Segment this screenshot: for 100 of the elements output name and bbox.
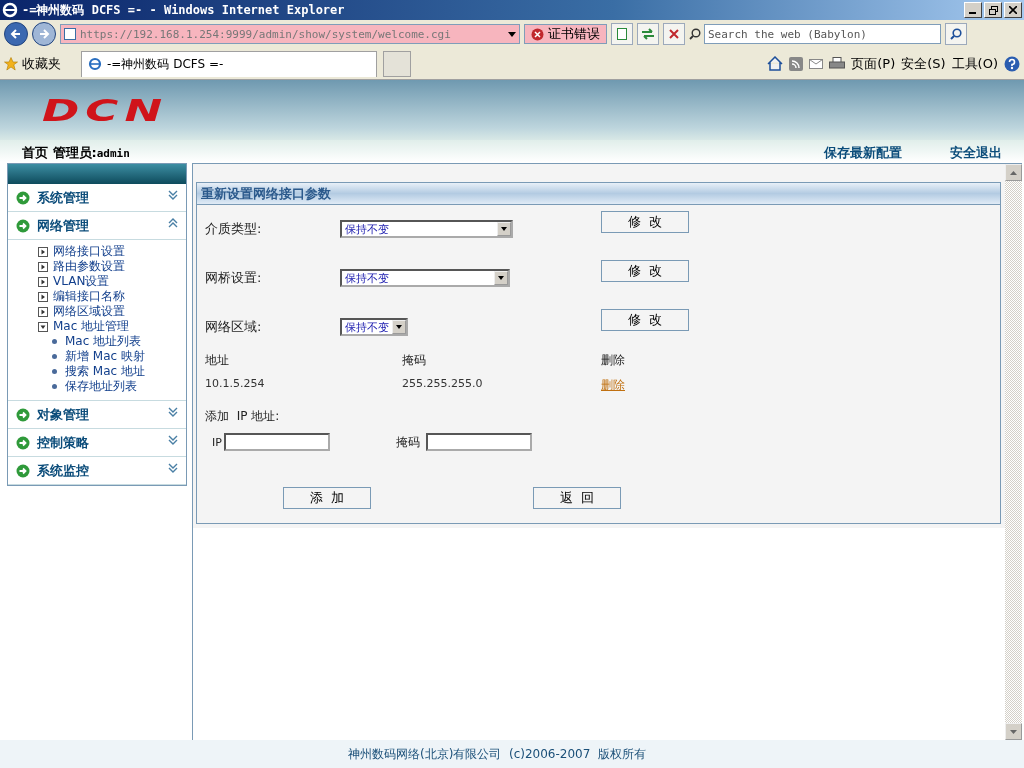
window-title: -=神州数码 DCFS =- - Windows Internet Explorer [22,1,346,19]
column-header: 掩码 [402,352,427,369]
ip-input-field[interactable] [223,433,330,451]
search-icon [950,28,962,40]
action-button[interactable]: 添 加 [283,487,371,509]
bullet-icon [52,339,57,344]
modify-button[interactable]: 修 改 [601,211,689,233]
menu-section[interactable]: 控制策略 [8,429,186,457]
browser-tab[interactable]: -=神州数码 DCFS =- [81,50,377,77]
chevron-up-icon [168,218,178,228]
table-cell-text: 255.255.255.0 [402,377,484,392]
expand-box-icon [38,246,48,257]
browser-logo-icon [2,2,18,18]
column-header: 地址 [205,352,230,369]
mail-icon[interactable] [809,58,824,69]
forward-arrow-icon [38,28,50,40]
menu-section[interactable]: 网络管理 [8,212,186,240]
down-arrow-icon [1010,729,1017,734]
company-logo: DCN [42,92,169,128]
back-button[interactable] [4,22,28,46]
field-label: 介质类型: [205,220,263,238]
browser-logo-icon [88,57,102,71]
back-arrow-icon [10,28,22,40]
close-icon [1009,6,1017,14]
chevron-down-icon [168,407,178,417]
breadcrumb-text: 首页 管理员:admin [22,144,131,162]
bullet-icon [52,354,57,359]
expand-box-icon [38,291,48,302]
menu-item[interactable]: 网络接口设置 [38,244,186,259]
menu-item[interactable]: VLAN设置 [38,274,186,289]
minimize-button[interactable] [964,2,982,18]
shield-x-icon [531,27,544,41]
restore-button[interactable] [984,2,1002,18]
home-icon[interactable] [767,56,784,71]
mask-input-field[interactable] [425,433,532,451]
menu-item[interactable]: 路由参数设置 [38,259,186,274]
stop-button[interactable] [663,23,685,45]
search-field[interactable]: Search the web (Babylon) [704,24,941,44]
menu-item[interactable]: Mac 地址管理 [38,319,186,334]
field-label: 网络区域: [205,318,263,336]
forward-button[interactable] [32,22,56,46]
chevron-down-icon [168,190,178,200]
restore-icon [988,5,998,15]
action-button[interactable]: 返 回 [533,487,621,509]
arrow-circle-icon [16,190,30,205]
command-menu[interactable]: 页面(P) [851,54,896,73]
field-label: 掩码 [395,433,420,451]
close-button[interactable] [1004,2,1022,18]
scroll-up-button[interactable] [1005,164,1022,181]
page-icon [64,28,76,40]
nav-link[interactable]: 保存最新配置 [824,144,902,162]
expand-box-icon [38,261,48,272]
expand-box-icon [38,306,48,317]
section-label: 添加 IP 地址: [204,408,281,425]
modify-button[interactable]: 修 改 [601,309,689,331]
menu-section[interactable]: 对象管理 [8,401,186,429]
bullet-icon [52,384,57,389]
scroll-down-button[interactable] [1005,723,1022,740]
select-dropdown[interactable]: 保持不变 [340,269,510,287]
arrow-circle-icon [16,435,30,450]
command-menu[interactable]: 安全(S) [901,54,946,73]
vertical-scrollbar[interactable] [1005,164,1022,740]
expand-box-icon [38,276,48,287]
select-dropdown[interactable]: 保持不变 [340,220,513,238]
search-button[interactable] [945,23,967,45]
command-menu[interactable]: 工具(O) [951,54,998,73]
select-dropdown[interactable]: 保持不变 [340,318,408,336]
delete-link[interactable]: 删除 [601,378,625,392]
page-icon [616,28,628,40]
dropdown-arrow-icon [501,227,507,231]
refresh-button[interactable] [637,23,659,45]
rss-feed-icon[interactable] [789,56,804,71]
printer-icon[interactable] [829,56,846,71]
submenu-item[interactable]: 搜索 Mac 地址 [38,364,186,379]
table-cell-text: 10.1.5.254 [205,377,266,392]
arrow-circle-icon [16,218,30,233]
copyright-text: 神州数码网络(北京)有限公司 (c)2006-2007 版权所有 [348,745,646,763]
submenu-item[interactable]: 新增 Mac 映射 [38,349,186,364]
column-header: 删除 [601,352,626,369]
menu-item[interactable]: 网络区域设置 [38,304,186,319]
panel-title: 重新设置网络接口参数 [201,184,331,203]
modify-button[interactable]: 修 改 [601,260,689,282]
compatibility-button[interactable] [611,23,633,45]
certificate-error-button[interactable]: 证书错误 [524,24,607,44]
submenu-item[interactable]: 保存地址列表 [38,379,186,394]
favorites-button[interactable]: 收藏夹 [4,54,61,73]
menu-section[interactable]: 系统管理 [8,184,186,212]
bullet-icon [52,369,57,374]
field-label: 网桥设置: [205,269,263,287]
help-icon[interactable] [1004,55,1020,72]
dropdown-arrow-icon [396,325,402,329]
menu-section[interactable]: 系统监控 [8,457,186,485]
stop-x-icon [669,29,679,39]
menu-item[interactable]: 编辑接口名称 [38,289,186,304]
arrow-circle-icon [16,463,30,478]
collapse-box-icon [38,321,48,332]
field-label: IP [212,435,222,449]
refresh-icon [641,28,655,40]
nav-link[interactable]: 安全退出 [950,144,1002,162]
submenu-item[interactable]: Mac 地址列表 [38,334,186,349]
